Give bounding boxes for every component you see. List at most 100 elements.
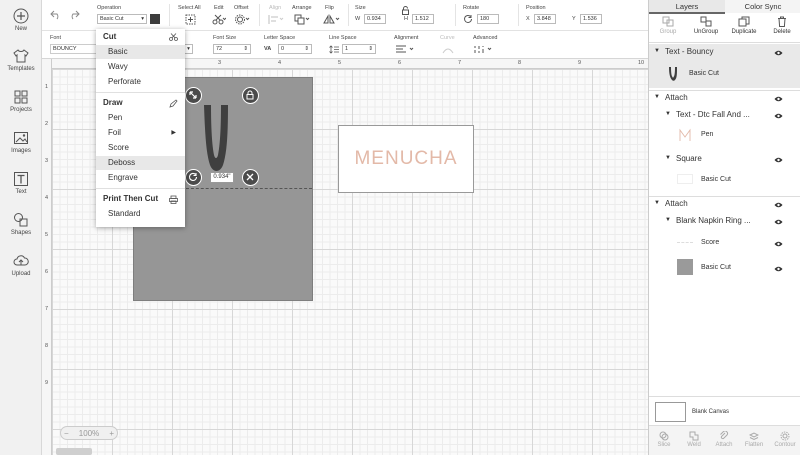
lock-handle[interactable] bbox=[242, 87, 259, 104]
zoom-out-button[interactable]: − bbox=[64, 429, 69, 438]
eye-icon[interactable] bbox=[774, 202, 783, 208]
position-label: Position bbox=[526, 5, 546, 11]
group-button[interactable]: Group bbox=[649, 16, 687, 35]
delete-handle[interactable] bbox=[242, 169, 259, 186]
slice-button[interactable]: Slice bbox=[649, 431, 679, 448]
offset-icon[interactable] bbox=[235, 14, 250, 25]
menu-item-basic[interactable]: Basic bbox=[96, 45, 185, 59]
stepper-icon: ⇕ bbox=[368, 46, 373, 52]
line-space-input[interactable]: 1 ⇕ bbox=[342, 44, 376, 54]
scissors-icon[interactable] bbox=[212, 14, 226, 25]
layer-name: Attach bbox=[665, 93, 688, 102]
menucha-square[interactable]: MENUCHA bbox=[338, 125, 474, 193]
sidebar-item-images[interactable]: Images bbox=[0, 130, 42, 154]
menu-item-standard[interactable]: Standard bbox=[96, 207, 185, 221]
eye-icon[interactable] bbox=[774, 50, 783, 56]
eye-icon[interactable] bbox=[774, 157, 783, 163]
layer-group-blank-napkin-ring[interactable]: ▼ Blank Napkin Ring ... bbox=[649, 214, 800, 229]
tool-label: Delete bbox=[773, 29, 791, 35]
menu-item-score[interactable]: Score bbox=[96, 141, 185, 155]
curve-icon[interactable] bbox=[442, 45, 454, 54]
y-position-input[interactable]: 1.536 bbox=[580, 14, 602, 24]
advanced-icon[interactable] bbox=[473, 45, 495, 54]
ruler-left-number: 2 bbox=[45, 121, 49, 127]
menu-item-engrave[interactable]: Engrave bbox=[96, 171, 185, 185]
tab-color-sync[interactable]: Color Sync bbox=[725, 0, 800, 13]
shapes-icon bbox=[14, 213, 28, 227]
eye-icon[interactable] bbox=[774, 96, 783, 102]
redo-icon[interactable] bbox=[68, 10, 80, 20]
layer-name: Basic Cut bbox=[701, 264, 731, 271]
rotate-handle[interactable] bbox=[185, 169, 202, 186]
operation-select[interactable]: Basic Cut ▾ bbox=[97, 14, 147, 24]
sidebar-item-new[interactable]: New bbox=[0, 8, 42, 32]
menu-item-pen[interactable]: Pen bbox=[96, 111, 185, 125]
x-label: X bbox=[526, 16, 530, 22]
delete-button[interactable]: Delete bbox=[763, 16, 800, 35]
eye-icon[interactable] bbox=[774, 219, 783, 225]
lock-icon[interactable] bbox=[402, 6, 409, 15]
tool-label: UnGroup bbox=[693, 29, 719, 35]
width-input[interactable]: 0.934 bbox=[364, 14, 386, 24]
align-left-icon[interactable] bbox=[396, 45, 416, 54]
layer-group-square[interactable]: ▼ Square bbox=[649, 152, 800, 167]
rotate-icon[interactable] bbox=[463, 14, 473, 24]
attach-button[interactable]: Attach bbox=[709, 431, 739, 448]
font-value: BOUNCY bbox=[53, 46, 77, 52]
align-icon[interactable] bbox=[268, 14, 284, 25]
eye-icon[interactable] bbox=[774, 113, 783, 119]
edit-label: Edit bbox=[214, 5, 224, 11]
bouncy-letter-glyph[interactable] bbox=[200, 103, 232, 173]
selection-guide-line bbox=[186, 188, 312, 189]
arrange-icon[interactable] bbox=[294, 14, 310, 25]
layer-item-score[interactable]: Score bbox=[649, 234, 800, 252]
horizontal-scrollbar[interactable] bbox=[56, 448, 92, 455]
layer-group-text-dtc[interactable]: ▼ Text - Dtc Fall And ... bbox=[649, 108, 800, 123]
sidebar-item-shapes[interactable]: Shapes bbox=[0, 212, 42, 236]
select-all-icon[interactable] bbox=[185, 14, 196, 25]
x-position-input[interactable]: 3.848 bbox=[534, 14, 556, 24]
undo-icon[interactable] bbox=[50, 10, 62, 20]
font-style-select[interactable]: ▾ bbox=[185, 44, 193, 54]
menu-item-foil[interactable]: Foil ▶ bbox=[96, 126, 185, 140]
eye-icon[interactable] bbox=[774, 241, 783, 247]
contour-button[interactable]: Contour bbox=[769, 431, 800, 448]
print-then-cut-heading: Print Then Cut bbox=[103, 194, 159, 203]
eye-icon[interactable] bbox=[774, 266, 783, 272]
layer-group-attach[interactable]: ▼ Attach bbox=[649, 196, 800, 211]
ungroup-button[interactable]: UnGroup bbox=[687, 16, 725, 35]
offset-label: Offset bbox=[234, 5, 249, 11]
advanced-label: Advanced bbox=[473, 35, 498, 41]
menu-item-deboss[interactable]: Deboss bbox=[96, 156, 185, 170]
sidebar-item-text[interactable]: Text bbox=[0, 171, 42, 195]
duplicate-button[interactable]: Duplicate bbox=[725, 16, 763, 35]
align-label: Align bbox=[269, 5, 282, 11]
layer-group-attach[interactable]: ▼ Attach bbox=[649, 90, 800, 105]
menu-item-wavy[interactable]: Wavy bbox=[96, 60, 185, 74]
weld-button[interactable]: Weld bbox=[679, 431, 709, 448]
operation-color-swatch[interactable] bbox=[150, 14, 160, 24]
layer-item-basic-cut[interactable]: Basic Cut bbox=[649, 257, 800, 279]
height-input[interactable]: 1.512 bbox=[412, 14, 434, 24]
letter-space-input[interactable]: 0 ⇕ bbox=[278, 44, 312, 54]
layer-item-pen[interactable]: Pen bbox=[649, 125, 800, 147]
blank-canvas-label: Blank Canvas bbox=[692, 409, 730, 415]
rotate-input[interactable]: 180 bbox=[477, 14, 499, 24]
layer-name: Text - Dtc Fall And ... bbox=[676, 110, 750, 119]
sidebar-item-projects[interactable]: Projects bbox=[0, 89, 42, 113]
layer-item-basic-cut[interactable]: Basic Cut bbox=[649, 62, 800, 88]
y-value: 1.536 bbox=[583, 16, 597, 22]
sidebar-item-templates[interactable]: Templates bbox=[0, 48, 42, 72]
menu-item-perforate[interactable]: Perforate bbox=[96, 75, 185, 89]
layer-item-basic-cut[interactable]: Basic Cut bbox=[649, 170, 800, 190]
flatten-button[interactable]: Flatten bbox=[739, 431, 769, 448]
flip-icon[interactable] bbox=[323, 14, 340, 25]
paperclip-icon bbox=[720, 431, 728, 440]
blank-canvas-row[interactable]: Blank Canvas bbox=[649, 396, 800, 424]
resize-handle[interactable] bbox=[185, 87, 202, 104]
sidebar-item-upload[interactable]: Upload bbox=[0, 253, 42, 277]
font-size-input[interactable]: 72 ⇕ bbox=[213, 44, 251, 54]
layer-group-text-bouncy[interactable]: ▼ Text - Bouncy bbox=[649, 44, 800, 62]
font-label: Font bbox=[50, 35, 62, 41]
zoom-in-button[interactable]: + bbox=[109, 429, 114, 438]
